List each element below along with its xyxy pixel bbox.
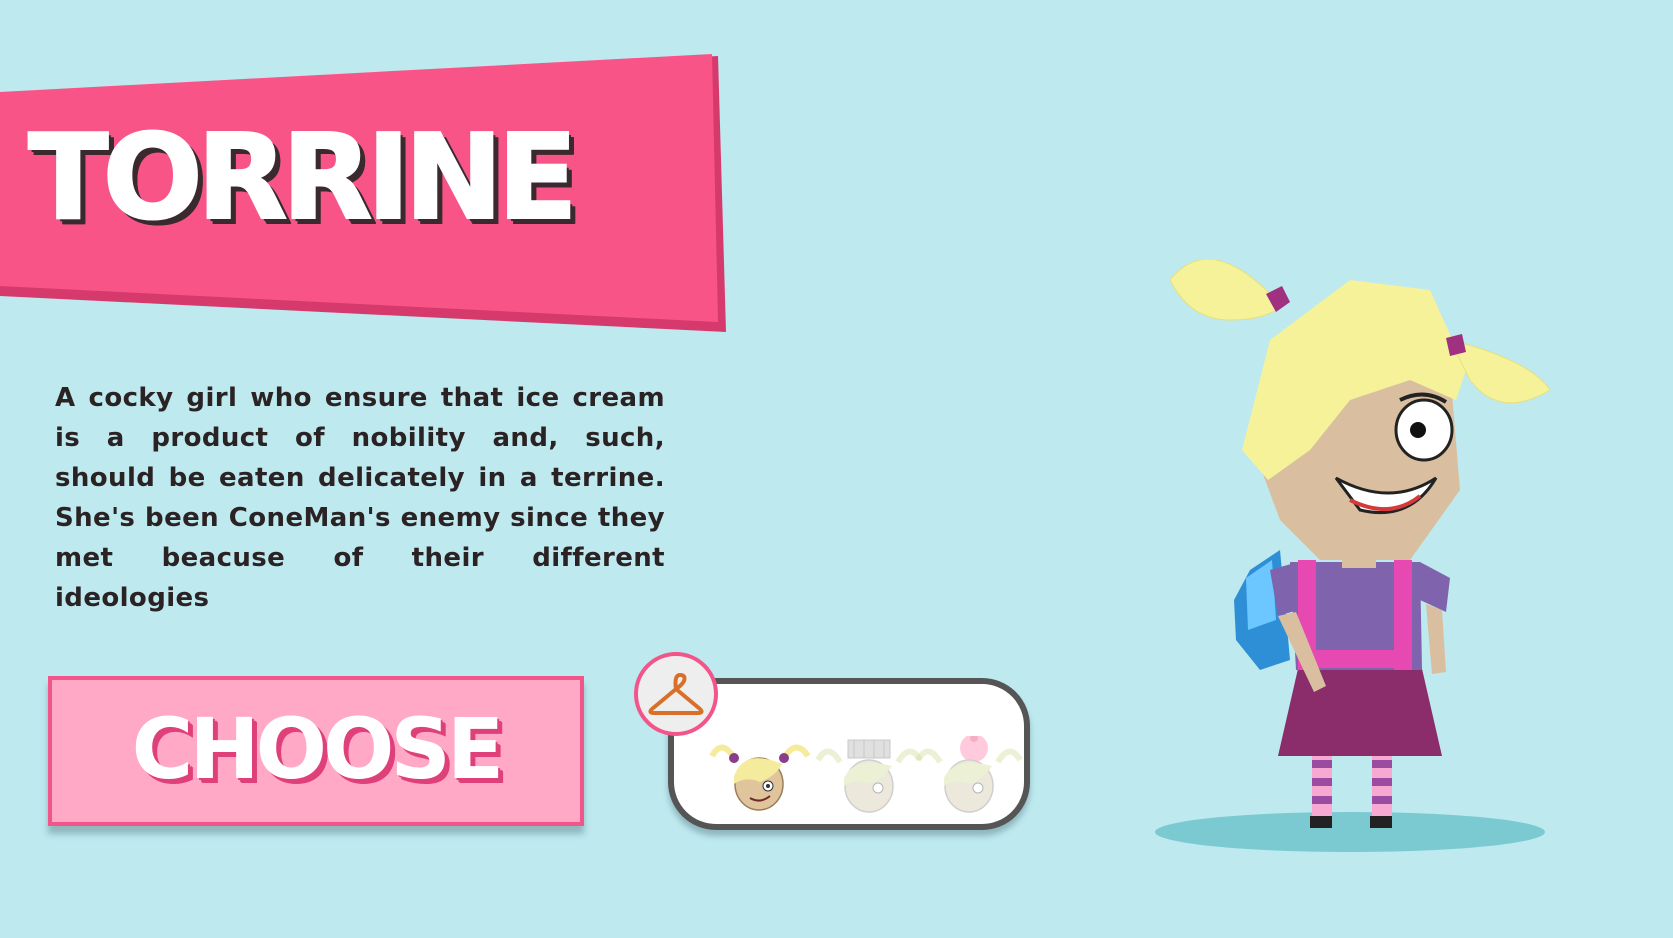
choose-button-label: CHOOSE [131, 700, 505, 798]
choose-button[interactable]: CHOOSE [48, 676, 584, 826]
character-description: A cocky girl who ensure that ice cream i… [55, 383, 665, 613]
character-name: TORRINE [27, 108, 579, 246]
hanger-icon[interactable] [634, 652, 718, 736]
character-model [1150, 258, 1640, 860]
skin-selector [668, 678, 1030, 830]
skin-option-icecream[interactable] [914, 734, 1024, 816]
skin-option-default[interactable] [704, 736, 814, 816]
skin-option-crown[interactable] [814, 736, 924, 816]
character-name-banner: TORRINE [0, 0, 740, 340]
